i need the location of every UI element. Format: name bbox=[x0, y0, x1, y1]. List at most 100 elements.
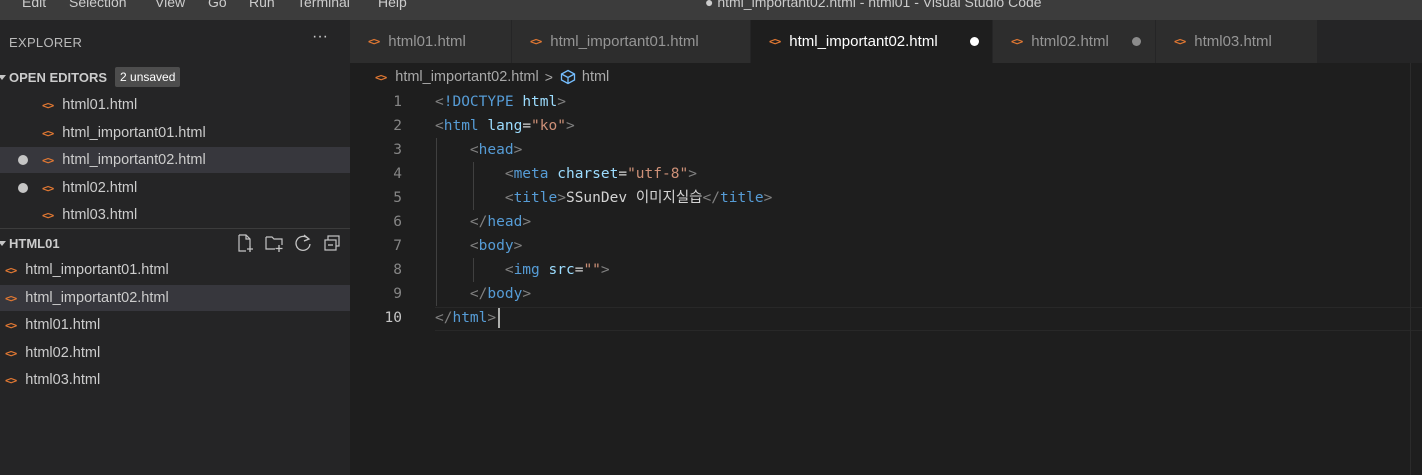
file-tree-label: html02.html bbox=[25, 345, 101, 361]
refresh-icon[interactable] bbox=[293, 233, 313, 253]
code-token: meta bbox=[513, 166, 549, 182]
unsaved-dot-icon[interactable] bbox=[18, 155, 28, 165]
line-number: 1 bbox=[393, 94, 402, 110]
code-token: > bbox=[763, 190, 773, 206]
html-file-icon: <> bbox=[42, 153, 54, 167]
code-line[interactable]: 4 <meta charset="utf-8"> bbox=[350, 162, 1422, 186]
code-text: </body> bbox=[435, 282, 531, 306]
code-line[interactable]: 6 </head> bbox=[350, 210, 1422, 234]
menu-terminal[interactable]: Terminal bbox=[297, 0, 350, 10]
html-file-icon: <> bbox=[530, 35, 542, 48]
code-token: > bbox=[557, 94, 566, 110]
code-token: < bbox=[504, 190, 514, 206]
code-line[interactable]: 8 <img src=""> bbox=[350, 258, 1422, 282]
tab-html02[interactable]: <> html02.html bbox=[993, 20, 1156, 63]
html-file-icon: <> bbox=[5, 346, 17, 360]
code-token: > bbox=[565, 118, 575, 134]
open-editor-item[interactable]: <> html_important01.html bbox=[0, 120, 350, 146]
file-tree-item[interactable]: <> html_important01.html bbox=[0, 257, 350, 283]
unsaved-dot-icon[interactable] bbox=[18, 183, 28, 193]
code-token: = bbox=[618, 166, 628, 182]
html-file-icon: <> bbox=[375, 70, 387, 84]
section-divider bbox=[0, 228, 350, 229]
open-editor-item[interactable]: <> html_important02.html bbox=[0, 147, 350, 173]
code-text: <meta charset="utf-8"> bbox=[435, 162, 697, 186]
code-line[interactable]: 7 <body> bbox=[350, 234, 1422, 258]
code-line[interactable]: 5 <title>SSunDev 이미지실습</title> bbox=[350, 186, 1422, 210]
code-token: lang bbox=[487, 118, 523, 134]
code-line[interactable]: 10 </html> bbox=[350, 306, 1422, 331]
code-token: head bbox=[487, 214, 523, 230]
code-editor[interactable]: 1 <!DOCTYPE html> 2 <html lang="ko"> 3 <head… bbox=[350, 90, 1422, 475]
code-token: title bbox=[513, 190, 558, 206]
code-text: <body> bbox=[435, 234, 522, 258]
line-number: 4 bbox=[393, 166, 402, 182]
code-line[interactable]: 3 <head> bbox=[350, 138, 1422, 162]
tab-html03[interactable]: <> html03.html bbox=[1156, 20, 1318, 63]
breadcrumb-symbol[interactable]: html bbox=[582, 69, 609, 85]
breadcrumb: <> html_important02.html > html bbox=[375, 67, 609, 87]
menu-run[interactable]: Run bbox=[249, 0, 275, 10]
tab-html01[interactable]: <> html01.html bbox=[350, 20, 512, 63]
file-tree-label: html_important02.html bbox=[25, 290, 169, 306]
collapse-all-icon[interactable] bbox=[322, 233, 342, 253]
code-line[interactable]: 2 <html lang="ko"> bbox=[350, 114, 1422, 138]
code-text: <img src=""> bbox=[435, 258, 610, 282]
code-token: "" bbox=[583, 262, 601, 278]
line-number: 10 bbox=[384, 310, 402, 326]
open-editor-item[interactable]: <> html03.html bbox=[0, 202, 350, 228]
menu-help[interactable]: Help bbox=[378, 0, 407, 10]
file-tree-item[interactable]: <> html02.html bbox=[0, 340, 350, 366]
breadcrumb-file[interactable]: html_important02.html bbox=[395, 69, 538, 85]
menu-view[interactable]: View bbox=[155, 0, 185, 10]
tab-html-important02[interactable]: <> html_important02.html bbox=[751, 20, 993, 63]
html-file-icon: <> bbox=[1011, 35, 1023, 48]
folder-actions bbox=[235, 233, 342, 253]
open-editor-label: html_important01.html bbox=[62, 125, 206, 141]
tab-label: html01.html bbox=[388, 33, 466, 50]
open-editor-label: html_important02.html bbox=[62, 152, 206, 168]
code-token: </ bbox=[469, 286, 488, 302]
code-line[interactable]: 1 <!DOCTYPE html> bbox=[350, 90, 1422, 114]
file-tree-item[interactable]: <> html01.html bbox=[0, 312, 350, 338]
line-number: 8 bbox=[393, 262, 402, 278]
new-folder-icon[interactable] bbox=[264, 233, 284, 253]
code-text: <!DOCTYPE html> bbox=[435, 90, 566, 114]
code-token: = bbox=[522, 118, 532, 134]
line-number: 5 bbox=[393, 190, 402, 206]
html-file-icon: <> bbox=[5, 373, 17, 387]
menu-selection[interactable]: Selection bbox=[69, 0, 127, 10]
code-token: </ bbox=[469, 214, 488, 230]
line-number: 3 bbox=[393, 142, 402, 158]
new-file-icon[interactable] bbox=[235, 233, 255, 253]
unsaved-dot-icon[interactable] bbox=[970, 37, 979, 46]
folder-header[interactable]: HTML01 bbox=[0, 231, 350, 255]
code-token: head bbox=[478, 142, 514, 158]
unsaved-dot-icon[interactable] bbox=[1132, 37, 1141, 46]
code-token: 이미지실습 bbox=[635, 190, 703, 206]
code-token: SSunDev bbox=[565, 190, 636, 206]
open-editor-item[interactable]: <> html02.html bbox=[0, 175, 350, 201]
more-actions-icon[interactable]: ··· bbox=[312, 28, 328, 46]
menu-go[interactable]: Go bbox=[208, 0, 227, 10]
code-token: > bbox=[487, 310, 497, 326]
code-line[interactable]: 9 </body> bbox=[350, 282, 1422, 306]
open-editor-item[interactable]: <> html01.html bbox=[0, 92, 350, 118]
menu-edit[interactable]: Edit bbox=[22, 0, 46, 10]
code-token: < bbox=[435, 94, 444, 110]
code-token: < bbox=[469, 142, 479, 158]
tab-html-important01[interactable]: <> html_important01.html bbox=[512, 20, 751, 63]
html-file-icon: <> bbox=[5, 318, 17, 332]
file-tree-item[interactable]: <> html_important02.html bbox=[0, 285, 350, 311]
scrollbar-track[interactable] bbox=[1410, 63, 1411, 475]
code-token: !DOCTYPE bbox=[443, 94, 514, 110]
open-editors-header[interactable]: OPEN EDITORS 2 unsaved bbox=[0, 65, 350, 89]
file-tree-item[interactable]: <> html03.html bbox=[0, 367, 350, 393]
code-token: > bbox=[688, 166, 697, 182]
